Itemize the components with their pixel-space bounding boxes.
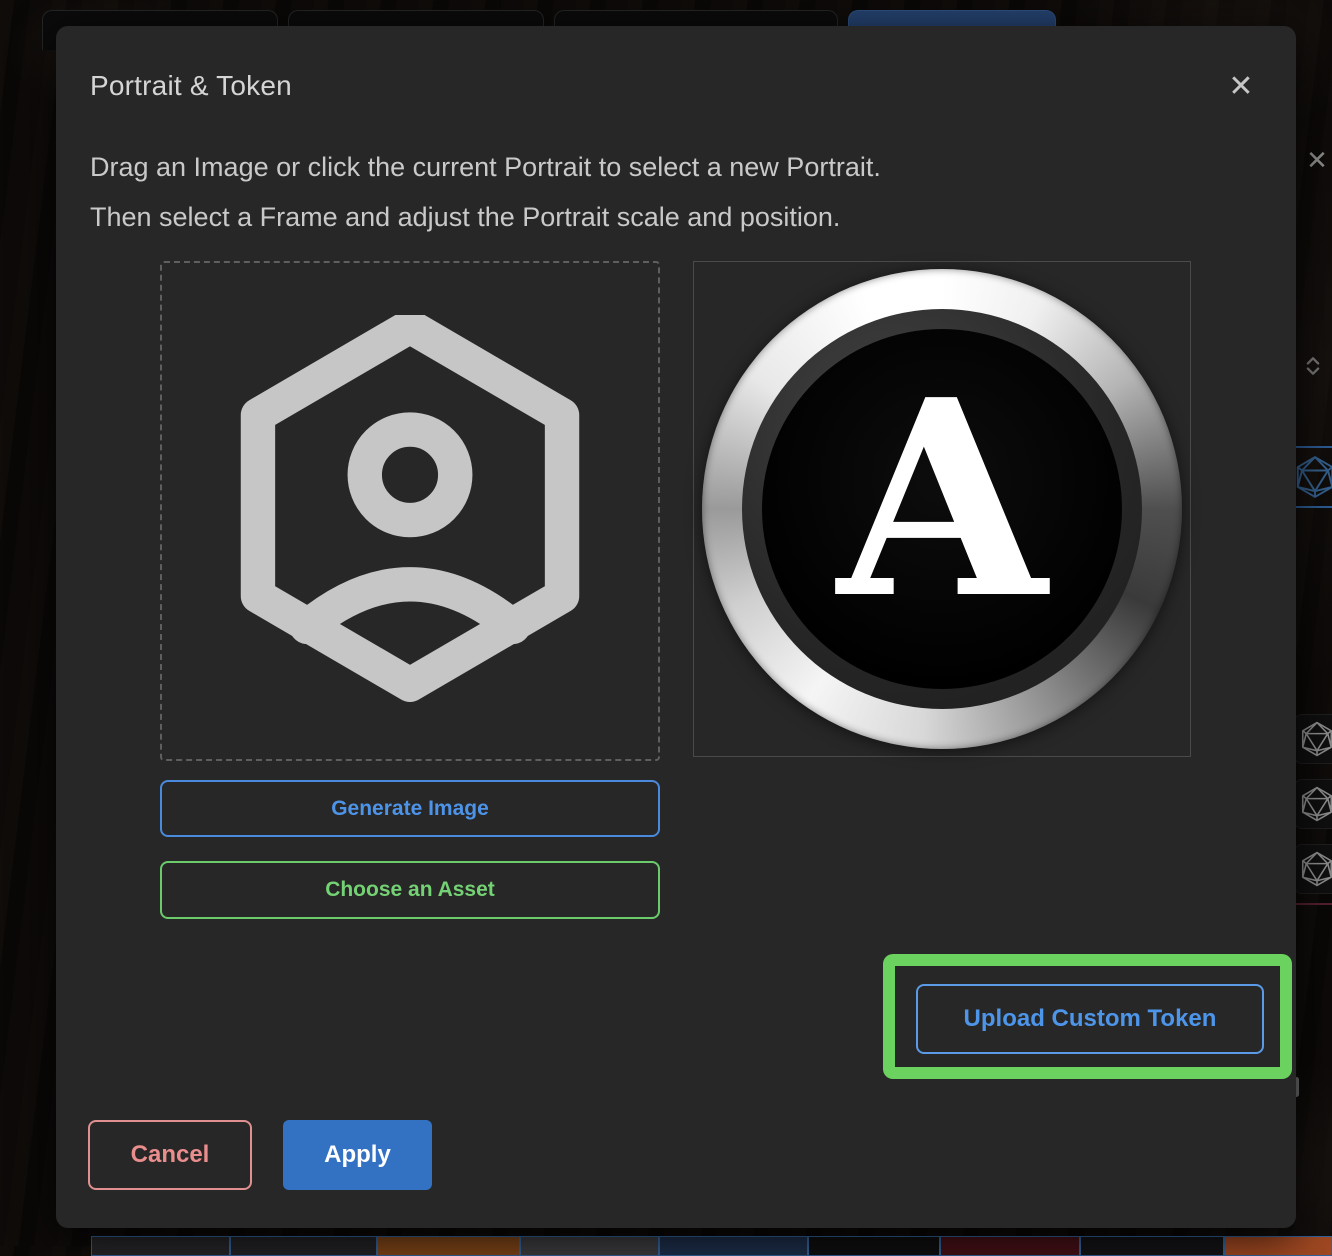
thumbnail-4[interactable] xyxy=(520,1236,659,1256)
token-metal-frame: A xyxy=(702,269,1182,749)
d20-icon xyxy=(1298,718,1332,760)
dice-roll-selected[interactable] xyxy=(1296,446,1332,508)
instruction-line-2: Then select a Frame and adjust the Portr… xyxy=(90,202,840,233)
d20-icon xyxy=(1298,848,1332,890)
apply-button[interactable]: Apply xyxy=(283,1120,432,1190)
thumbnail-1[interactable] xyxy=(91,1236,230,1256)
thumbnail-2[interactable] xyxy=(230,1236,377,1256)
cancel-button[interactable]: Cancel xyxy=(88,1120,252,1190)
thumbnail-strip xyxy=(91,1236,1332,1246)
close-icon[interactable]: ✕ xyxy=(1224,70,1258,104)
thumbnail-6[interactable] xyxy=(808,1236,940,1256)
token-bezel: A xyxy=(742,309,1142,709)
token-preview[interactable]: A xyxy=(693,261,1191,757)
token-letter: A xyxy=(837,364,1047,634)
token-image: A xyxy=(762,329,1122,689)
d20-icon xyxy=(1292,451,1332,503)
thumbnail-7[interactable] xyxy=(940,1236,1080,1256)
thumbnail-9[interactable] xyxy=(1224,1236,1332,1256)
dice-button-3[interactable] xyxy=(1294,844,1332,894)
choose-asset-button[interactable]: Choose an Asset xyxy=(160,861,660,919)
portrait-dropzone[interactable] xyxy=(160,261,660,761)
d20-icon xyxy=(1298,783,1332,825)
dice-button-1[interactable] xyxy=(1294,714,1332,764)
instruction-line-1: Drag an Image or click the current Portr… xyxy=(90,152,881,183)
portrait-token-dialog: Portrait & Token ✕ Drag an Image or clic… xyxy=(56,26,1296,1228)
upload-custom-token-button[interactable]: Upload Custom Token xyxy=(916,984,1264,1054)
background-close-icon[interactable]: ✕ xyxy=(1303,146,1331,174)
thumbnail-3[interactable] xyxy=(377,1236,520,1256)
generate-image-button[interactable]: Generate Image xyxy=(160,780,660,837)
hexagon-avatar-icon xyxy=(229,315,591,707)
dialog-title: Portrait & Token xyxy=(90,70,292,102)
sort-chevrons-icon[interactable] xyxy=(1304,352,1322,380)
red-divider xyxy=(1296,903,1332,905)
thumbnail-8[interactable] xyxy=(1080,1236,1224,1256)
thumbnail-5[interactable] xyxy=(659,1236,808,1256)
dice-button-2[interactable] xyxy=(1294,779,1332,829)
